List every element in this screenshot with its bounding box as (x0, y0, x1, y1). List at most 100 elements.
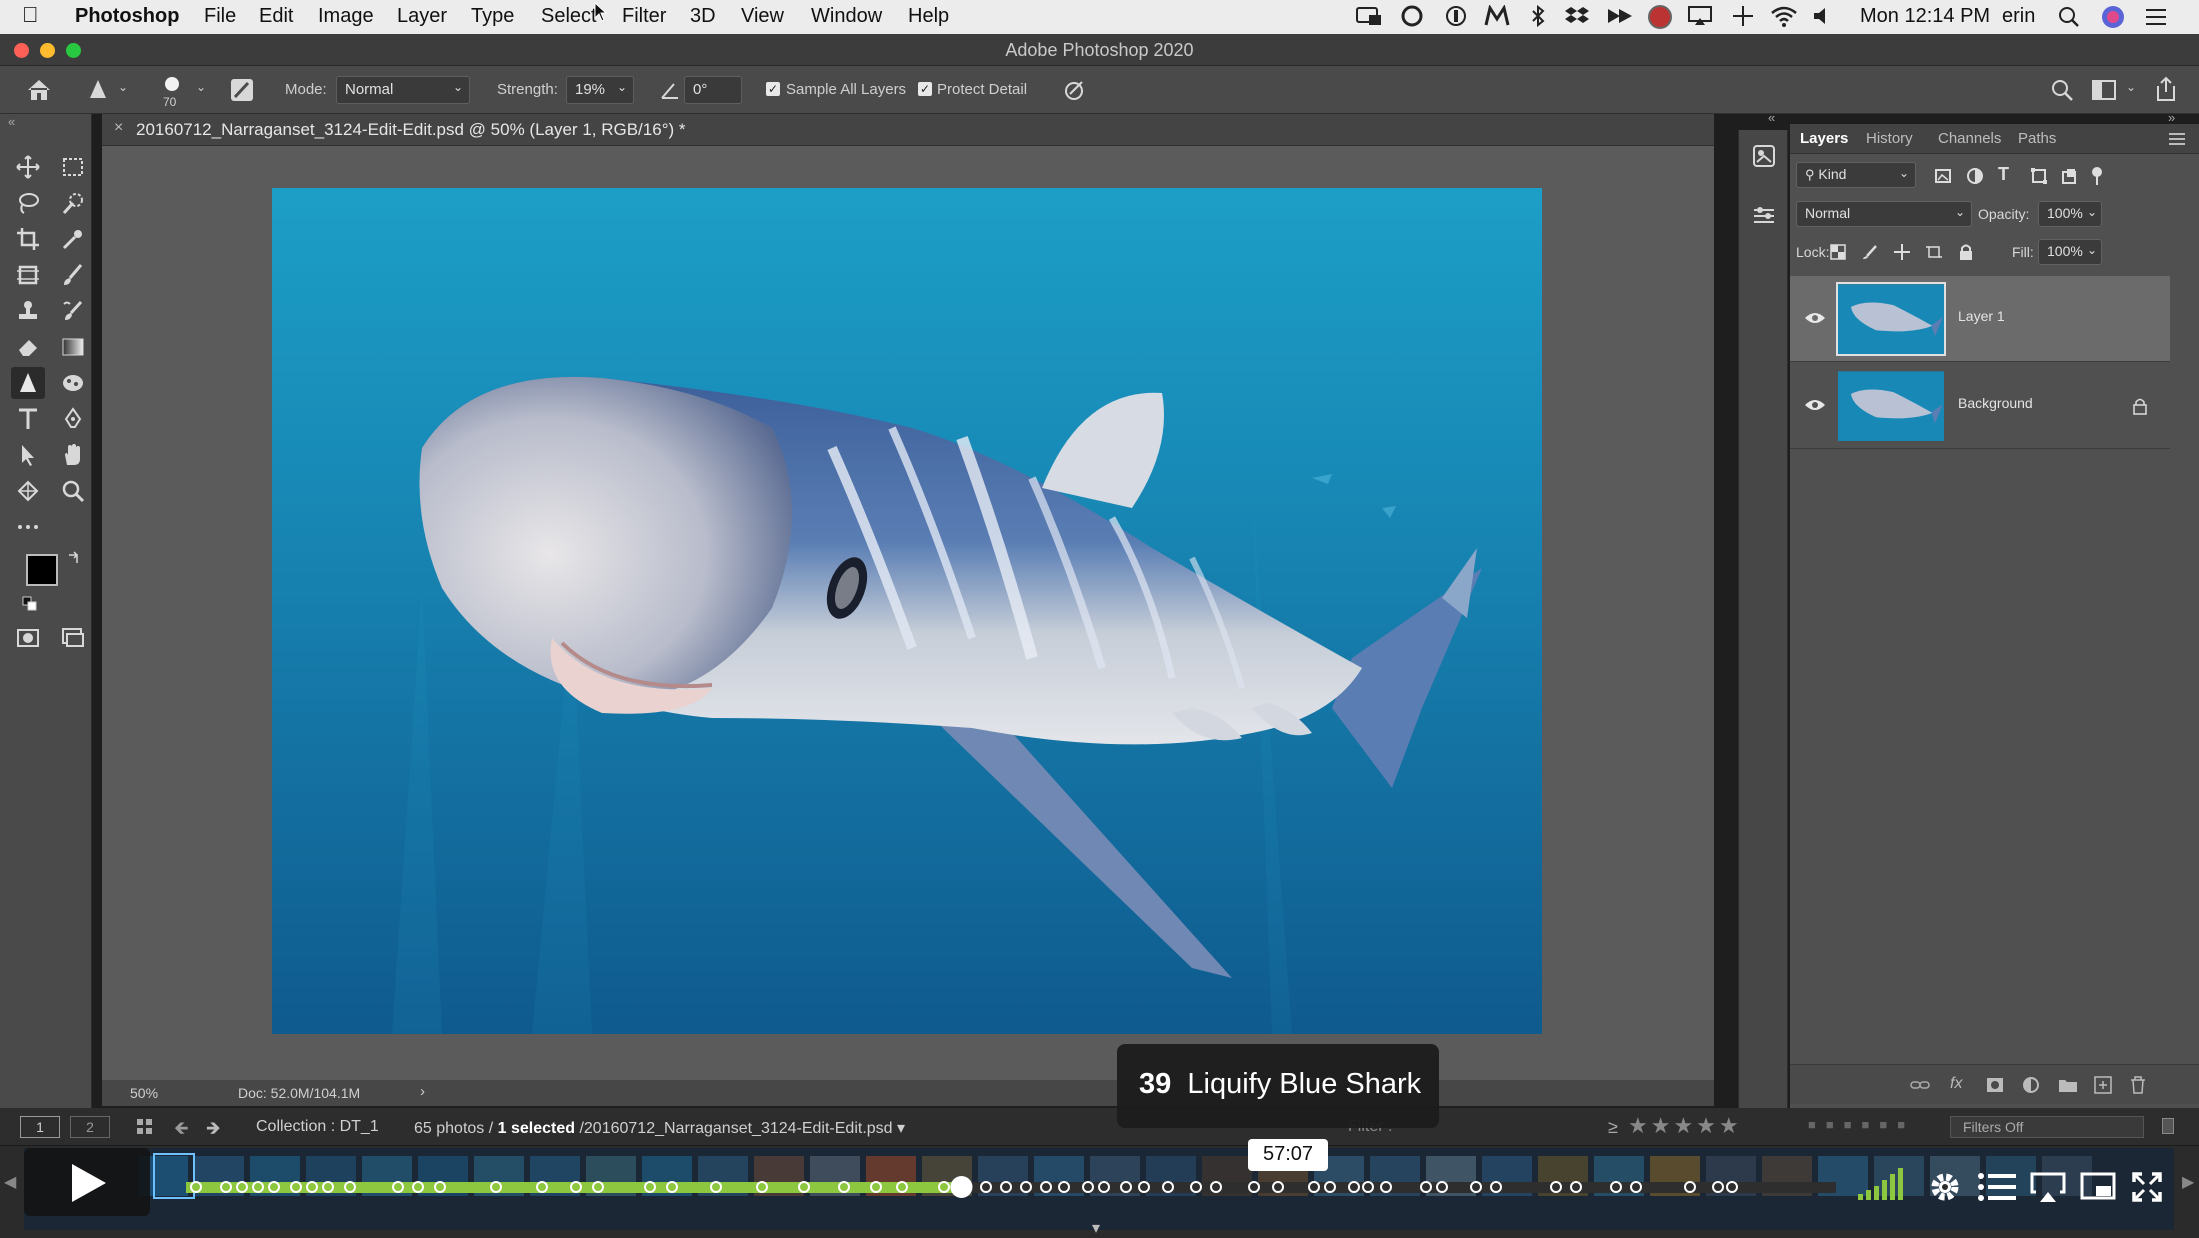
more-tools-icon[interactable] (11, 511, 45, 543)
move-tool-icon[interactable] (11, 151, 45, 183)
lock-all-icon[interactable] (1958, 243, 1974, 261)
dropbox-icon[interactable] (1564, 5, 1590, 27)
menu-edit[interactable]: Edit (259, 5, 293, 28)
wifi-icon[interactable] (1769, 4, 1799, 28)
settings-gear-icon[interactable] (1928, 1170, 1962, 1204)
chapter-marker[interactable] (1020, 1181, 1032, 1193)
menu-view[interactable]: View (741, 5, 784, 28)
grid-view-icon[interactable] (136, 1118, 154, 1136)
visibility-eye-icon[interactable] (1804, 397, 1826, 413)
filter-adjustment-icon[interactable] (1966, 167, 1984, 185)
chapter-marker[interactable] (252, 1181, 264, 1193)
chapter-marker[interactable] (1058, 1181, 1070, 1193)
chapter-marker[interactable] (1726, 1181, 1738, 1193)
sharpen-tool-icon[interactable] (11, 367, 45, 399)
status-chevron-icon[interactable]: › (420, 1083, 425, 1100)
layer-style-icon[interactable]: fx (1950, 1075, 1962, 1093)
mode-select[interactable]: Normal ⌄ (336, 76, 470, 104)
chapter-marker[interactable] (1570, 1181, 1582, 1193)
chapter-marker[interactable] (870, 1181, 882, 1193)
layer-row-background[interactable]: Background (1790, 363, 2170, 449)
tab-history[interactable]: History (1866, 130, 1913, 147)
search-icon[interactable] (2050, 78, 2074, 102)
chapter-marker[interactable] (1348, 1181, 1360, 1193)
chapter-marker[interactable] (1550, 1181, 1562, 1193)
lock-image-pixels-icon[interactable] (1862, 244, 1878, 260)
chapter-marker[interactable] (1308, 1181, 1320, 1193)
chapter-marker[interactable] (756, 1181, 768, 1193)
chapter-marker[interactable] (938, 1181, 950, 1193)
bluetooth-like-icon[interactable] (1528, 5, 1548, 27)
chapter-marker[interactable] (1138, 1181, 1150, 1193)
chevron-down-icon[interactable]: ⌄ (118, 80, 128, 94)
fast-forward-icon[interactable] (1606, 5, 1634, 27)
chapter-marker[interactable] (268, 1181, 280, 1193)
menubar-clock[interactable]: Mon 12:14 PM (1860, 5, 1990, 28)
zoom-level[interactable]: 50% (130, 1085, 158, 1101)
history-brush-tool-icon[interactable] (56, 295, 90, 327)
frame-tool-icon[interactable] (11, 259, 45, 291)
libraries-icon[interactable] (1752, 144, 1776, 168)
link-layers-icon[interactable] (1910, 1077, 1930, 1093)
fill-input[interactable]: 100% ⌄ (2038, 239, 2102, 265)
marquee-tool-icon[interactable] (56, 151, 90, 183)
protect-detail-label[interactable]: Protect Detail (937, 81, 1027, 98)
adjustments-icon[interactable] (1752, 204, 1776, 228)
brush-settings-panel-icon[interactable] (230, 78, 254, 102)
chapter-marker[interactable] (290, 1181, 302, 1193)
chapter-marker[interactable] (592, 1181, 604, 1193)
chapter-marker[interactable] (666, 1181, 678, 1193)
chapter-marker[interactable] (434, 1181, 446, 1193)
sponge-tool-icon[interactable] (56, 367, 90, 399)
sharpen-tool-preset-icon[interactable] (86, 78, 110, 102)
chapter-marker[interactable] (1630, 1181, 1642, 1193)
volume-icon[interactable] (1812, 5, 1836, 27)
opacity-input[interactable]: 100% ⌄ (2038, 201, 2102, 227)
move-arrows-icon[interactable] (1732, 5, 1754, 27)
rating-operator[interactable]: ≥ (1608, 1117, 1618, 1138)
menu-type[interactable]: Type (471, 5, 514, 28)
chapter-marker[interactable] (306, 1181, 318, 1193)
tab-channels[interactable]: Channels (1938, 130, 2001, 147)
video-progress-bar[interactable] (186, 1175, 1836, 1200)
lock-transparent-pixels-icon[interactable] (1830, 244, 1846, 260)
blend-mode-select[interactable]: Normal ⌄ (1796, 201, 1972, 227)
play-button[interactable] (24, 1148, 150, 1216)
new-layer-icon[interactable] (2094, 1076, 2112, 1094)
monitor-2-button[interactable]: 2 (70, 1116, 110, 1138)
filter-smart-object-icon[interactable] (2060, 167, 2078, 185)
close-document-icon[interactable]: × (114, 119, 123, 137)
chapter-marker[interactable] (838, 1181, 850, 1193)
chapter-marker[interactable] (1000, 1181, 1012, 1193)
chapter-marker[interactable] (1190, 1181, 1202, 1193)
lock-artboard-icon[interactable] (1926, 244, 1942, 260)
chapter-marker[interactable] (1040, 1181, 1052, 1193)
menu-layer[interactable]: Layer (397, 5, 447, 28)
angle-input[interactable]: 0° (684, 76, 742, 104)
type-tool-icon[interactable] (11, 403, 45, 435)
chapter-marker[interactable] (236, 1181, 248, 1193)
chapter-marker[interactable] (1610, 1181, 1622, 1193)
fullscreen-icon[interactable] (2132, 1172, 2162, 1202)
chapter-marker[interactable] (1324, 1181, 1336, 1193)
airplay-video-icon[interactable] (2030, 1172, 2066, 1204)
hand-tool-icon[interactable] (56, 439, 90, 471)
chapter-marker[interactable] (798, 1181, 810, 1193)
layer-name[interactable]: Background (1958, 395, 2033, 411)
menu-select[interactable]: Select (541, 5, 597, 28)
brush-chevron-icon[interactable]: ⌄ (196, 80, 206, 94)
layer-lock-icon[interactable] (2132, 397, 2148, 415)
record-icon[interactable] (1647, 4, 1673, 30)
sample-all-layers-label[interactable]: Sample All Layers (786, 81, 906, 98)
chapter-marker[interactable] (490, 1181, 502, 1193)
menubar-user[interactable]: erin (2002, 5, 2035, 28)
filter-pixel-icon[interactable] (1934, 167, 1952, 185)
swap-colors-icon[interactable] (66, 550, 82, 566)
airplay-icon[interactable] (1687, 5, 1715, 27)
chapters-list-icon[interactable] (1978, 1172, 2016, 1202)
home-icon[interactable] (26, 78, 52, 102)
chapter-marker[interactable] (1162, 1181, 1174, 1193)
filter-toggle-icon[interactable] (2088, 166, 2106, 186)
progress-scrubber-handle[interactable] (950, 1176, 973, 1198)
chapter-marker[interactable] (412, 1181, 424, 1193)
